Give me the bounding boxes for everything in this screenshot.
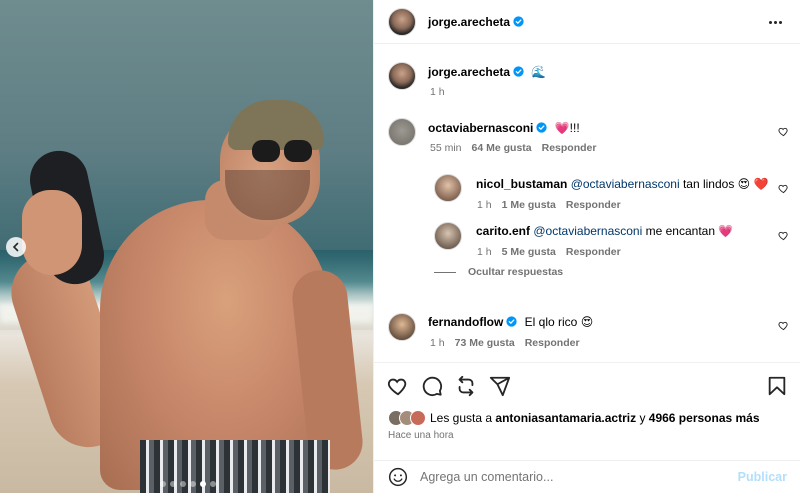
sunglasses-right <box>284 140 312 162</box>
carousel-dot <box>160 481 166 487</box>
author-avatar[interactable] <box>388 8 416 36</box>
verified-badge-icon <box>513 66 524 77</box>
reply-button[interactable]: Responder <box>566 246 621 258</box>
comment-bar: Publicar <box>374 460 800 493</box>
more-options-button[interactable] <box>765 12 785 32</box>
carousel-dot-active <box>200 481 206 487</box>
comment-username-text[interactable]: fernandoflow <box>428 315 503 329</box>
comment-username-text[interactable]: octaviabernasconi <box>428 121 533 135</box>
author-username[interactable]: jorge.arecheta <box>428 15 524 29</box>
reply-likes[interactable]: 5 Me gusta <box>502 246 556 258</box>
liked-by: Les gusta a antoniasantamaria.actriz y 4… <box>388 410 760 426</box>
reply-username[interactable]: nicol_bustaman <box>476 177 567 191</box>
chevron-left-icon <box>12 242 19 252</box>
comment-meta: 55 min 64 Me gusta Responder <box>430 142 596 154</box>
reply-text: tan lindos 😍 ❤️ <box>679 177 769 191</box>
reply-avatar[interactable] <box>434 222 462 250</box>
reply-meta: 1 h 1 Me gusta Responder <box>477 199 621 211</box>
carousel-dot <box>190 481 196 487</box>
hide-replies-button[interactable]: Ocultar respuestas <box>468 266 563 278</box>
liker-avatar[interactable] <box>410 410 426 426</box>
comment-meta: 1 h 73 Me gusta Responder <box>430 337 580 349</box>
reply-comment: nicol_bustaman @octaviabernasconi tan li… <box>476 177 768 191</box>
caption-text: 🌊 <box>531 65 547 79</box>
verified-badge-icon <box>536 122 548 133</box>
comment-like-icon[interactable] <box>778 183 789 194</box>
comment-bubble-icon[interactable] <box>421 375 443 397</box>
likes-count[interactable]: 4966 personas más <box>649 411 760 425</box>
like-heart-icon[interactable] <box>387 375 409 397</box>
post-header: jorge.arecheta <box>374 0 800 44</box>
publish-button[interactable]: Publicar <box>738 470 787 484</box>
post-photo <box>0 0 373 493</box>
caption-time[interactable]: 1 h <box>430 86 445 98</box>
comment-input[interactable] <box>420 470 720 484</box>
caption-username[interactable]: jorge.arecheta 🌊 <box>428 65 546 79</box>
emoji-icon[interactable] <box>388 467 408 487</box>
verified-badge-icon <box>513 16 524 27</box>
liked-by-prefix: Les gusta a <box>430 411 496 425</box>
mention-link[interactable]: @octaviabernasconi <box>533 224 642 238</box>
carousel-prev-button[interactable] <box>6 237 26 257</box>
liked-by-middle: y <box>636 411 649 425</box>
comment-likes[interactable]: 73 Me gusta <box>455 337 515 349</box>
caption-meta: 1 h <box>430 86 445 98</box>
reply-time[interactable]: 1 h <box>477 199 492 211</box>
comment-like-icon[interactable] <box>778 320 789 331</box>
reply-comment: carito.enf @octaviabernasconi me encanta… <box>476 224 733 238</box>
sunglasses-left <box>252 140 280 162</box>
post-time-ago[interactable]: Hace una hora <box>388 430 454 441</box>
reply-button[interactable]: Responder <box>525 337 580 349</box>
caption-avatar[interactable] <box>388 62 416 90</box>
comment-avatar[interactable] <box>388 313 416 341</box>
liked-by-user[interactable]: antoniasantamaria.actriz <box>495 411 636 425</box>
post-side-panel: jorge.arecheta jorge.arecheta 🌊 1 h octa… <box>373 0 800 493</box>
comment-text: 💗!!! <box>554 121 580 135</box>
comment-like-icon[interactable] <box>778 126 789 137</box>
more-dot <box>778 20 782 24</box>
repost-icon[interactable] <box>455 375 477 397</box>
more-dot <box>768 20 772 24</box>
verified-badge-icon <box>506 316 517 327</box>
reply-button[interactable]: Responder <box>542 142 597 154</box>
carousel-dot <box>180 481 186 487</box>
hand <box>22 190 82 275</box>
reply-button[interactable]: Responder <box>566 199 621 211</box>
comment-username[interactable]: fernandoflow El qlo rico 😍 <box>428 315 593 329</box>
comment-time[interactable]: 1 h <box>430 337 445 349</box>
liked-by-text: Les gusta a antoniasantamaria.actriz y 4… <box>430 411 760 425</box>
comment-text: El qlo rico 😍 <box>524 315 594 329</box>
reply-avatar[interactable] <box>434 174 462 202</box>
comment-username[interactable]: octaviabernasconi 💗!!! <box>428 121 580 135</box>
reply-likes[interactable]: 1 Me gusta <box>502 199 556 211</box>
mention-link[interactable]: @octaviabernasconi <box>571 177 680 191</box>
carousel-dot <box>170 481 176 487</box>
hide-replies-line <box>434 272 456 273</box>
reply-text: me encantan 💗 <box>642 224 734 238</box>
comment-likes[interactable]: 64 Me gusta <box>472 142 532 154</box>
comment-like-icon[interactable] <box>778 230 789 241</box>
comment-avatar[interactable] <box>388 118 416 146</box>
reply-meta: 1 h 5 Me gusta Responder <box>477 246 621 258</box>
carousel-dot <box>210 481 216 487</box>
comment-time[interactable]: 55 min <box>430 142 462 154</box>
more-dot <box>773 20 777 24</box>
reply-username[interactable]: carito.enf <box>476 224 530 238</box>
carousel-dots <box>160 481 216 487</box>
share-send-icon[interactable] <box>489 375 511 397</box>
reply-time[interactable]: 1 h <box>477 246 492 258</box>
caption-username-text[interactable]: jorge.arecheta <box>428 65 510 79</box>
save-bookmark-icon[interactable] <box>766 375 788 397</box>
author-username-text[interactable]: jorge.arecheta <box>428 15 510 29</box>
